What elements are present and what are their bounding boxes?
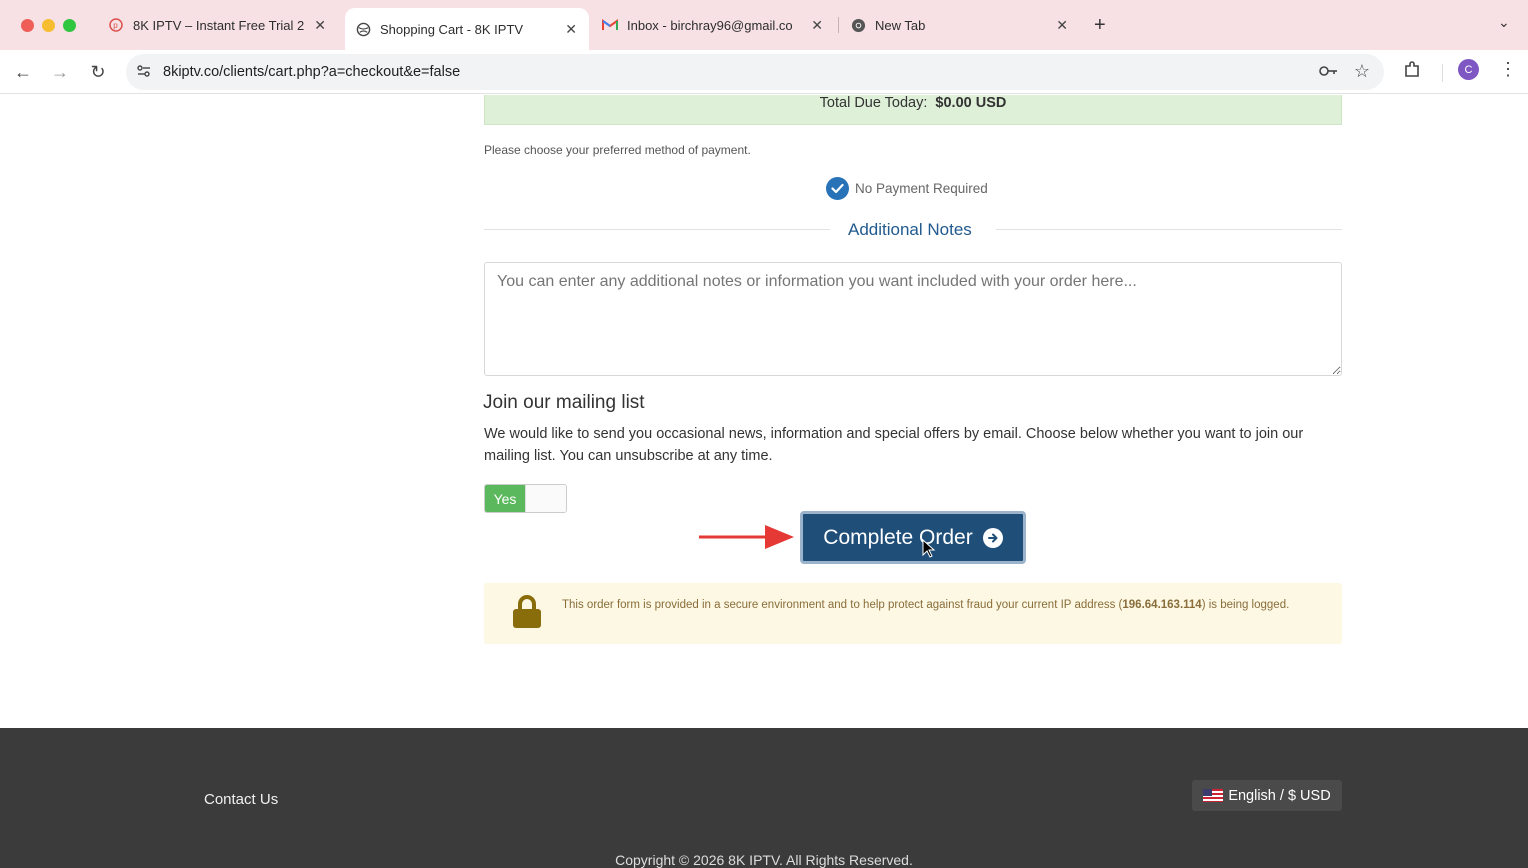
tab-8kiptv-trial[interactable]: p 8K IPTV – Instant Free Trial 2 ✕ <box>98 8 338 42</box>
secure-text-part: This order form is provided in a secure … <box>562 599 1123 611</box>
mailing-list-title: Join our mailing list <box>483 392 645 413</box>
arrow-circle-right-icon <box>982 527 1003 548</box>
tab-shopping-cart[interactable]: Shopping Cart - 8K IPTV ✕ <box>345 8 589 50</box>
mouse-pointer-icon <box>922 539 936 558</box>
total-due-label: Total Due Today: <box>819 95 928 111</box>
bookmark-star-icon[interactable]: ☆ <box>1354 61 1370 82</box>
language-currency-button[interactable]: English / $ USD <box>1192 780 1342 811</box>
maximize-window-button[interactable] <box>63 19 76 32</box>
profile-avatar[interactable]: C <box>1458 59 1479 80</box>
complete-order-button[interactable]: Complete Order <box>800 511 1026 564</box>
toolbar-divider <box>1442 64 1443 82</box>
key-icon[interactable] <box>1318 63 1338 84</box>
browser-tab-bar: p 8K IPTV – Instant Free Trial 2 ✕ Shopp… <box>0 0 1528 50</box>
chevron-down-icon[interactable]: ⌄ <box>1498 14 1510 31</box>
secure-notice-text: This order form is provided in a secure … <box>562 596 1322 614</box>
us-flag-icon <box>1203 789 1224 802</box>
site-settings-icon[interactable] <box>136 63 152 84</box>
tab-label: Inbox - birchray96@gmail.co <box>627 17 793 33</box>
tab-label: Shopping Cart - 8K IPTV <box>380 21 524 37</box>
extensions-puzzle-icon[interactable] <box>1402 60 1422 85</box>
language-label: English / $ USD <box>1228 787 1331 804</box>
secure-text-part: ) is being logged. <box>1201 599 1290 611</box>
close-icon[interactable]: ✕ <box>811 17 823 34</box>
minimize-window-button[interactable] <box>42 19 55 32</box>
reload-icon[interactable]: ↻ <box>86 60 110 84</box>
address-bar[interactable]: 8kiptv.co/clients/cart.php?a=checkout&e=… <box>126 54 1384 90</box>
close-icon[interactable]: ✕ <box>565 21 577 38</box>
copyright-text: Copyright © 2026 8K IPTV. All Rights Res… <box>615 852 913 868</box>
tab-new-tab[interactable]: New Tab ✕ <box>840 8 1080 42</box>
no-payment-label: No Payment Required <box>855 181 988 196</box>
chrome-icon <box>850 17 866 33</box>
close-window-button[interactable] <box>21 19 34 32</box>
forward-arrow-icon[interactable]: → <box>48 60 72 84</box>
ip-address: 196.64.163.114 <box>1122 599 1202 611</box>
secure-notice: This order form is provided in a secure … <box>484 583 1342 644</box>
total-due-value: $0.00 USD <box>935 95 1007 111</box>
mailing-list-toggle[interactable]: Yes <box>484 484 567 513</box>
divider-line <box>484 229 830 230</box>
toggle-on-label: Yes <box>485 485 525 512</box>
svg-text:p: p <box>113 21 118 30</box>
tab-divider <box>838 17 839 33</box>
complete-order-label: Complete Order <box>823 525 973 549</box>
contact-us-link[interactable]: Contact Us <box>204 791 278 808</box>
back-arrow-icon[interactable]: ← <box>11 60 35 84</box>
toggle-handle[interactable] <box>525 485 566 512</box>
lock-icon <box>512 595 542 634</box>
close-icon[interactable]: ✕ <box>1056 17 1068 34</box>
red-arrow-annotation <box>699 525 794 549</box>
payment-option-none[interactable]: No Payment Required <box>826 177 988 200</box>
additional-notes-input[interactable] <box>484 262 1342 376</box>
gmail-icon <box>602 17 618 33</box>
page-footer: Contact Us English / $ USD Copyright © 2… <box>0 728 1528 868</box>
browser-toolbar: ← → ↻ 8kiptv.co/clients/cart.php?a=check… <box>0 50 1528 94</box>
tab-label: New Tab <box>875 17 926 33</box>
p-circle-icon: p <box>108 17 124 33</box>
close-icon[interactable]: ✕ <box>314 17 326 34</box>
new-tab-button[interactable]: + <box>1094 14 1106 37</box>
more-menu-icon[interactable]: ⋮ <box>1499 59 1517 80</box>
divider-line <box>996 229 1342 230</box>
checkmark-icon[interactable] <box>826 177 849 200</box>
additional-notes-title: Additional Notes <box>848 220 972 239</box>
payment-hint: Please choose your preferred method of p… <box>484 143 751 157</box>
globe-icon <box>355 21 371 37</box>
total-due-box: Total Due Today: $0.00 USD <box>484 95 1342 125</box>
mailing-list-description: We would like to send you occasional new… <box>484 426 1304 464</box>
tab-label: 8K IPTV – Instant Free Trial 2 <box>133 17 305 33</box>
tab-gmail-inbox[interactable]: Inbox - birchray96@gmail.co ✕ <box>592 8 835 42</box>
url-text: 8kiptv.co/clients/cart.php?a=checkout&e=… <box>163 64 461 80</box>
checkout-page: Total Due Today: $0.00 USD Please choose … <box>0 95 1528 868</box>
